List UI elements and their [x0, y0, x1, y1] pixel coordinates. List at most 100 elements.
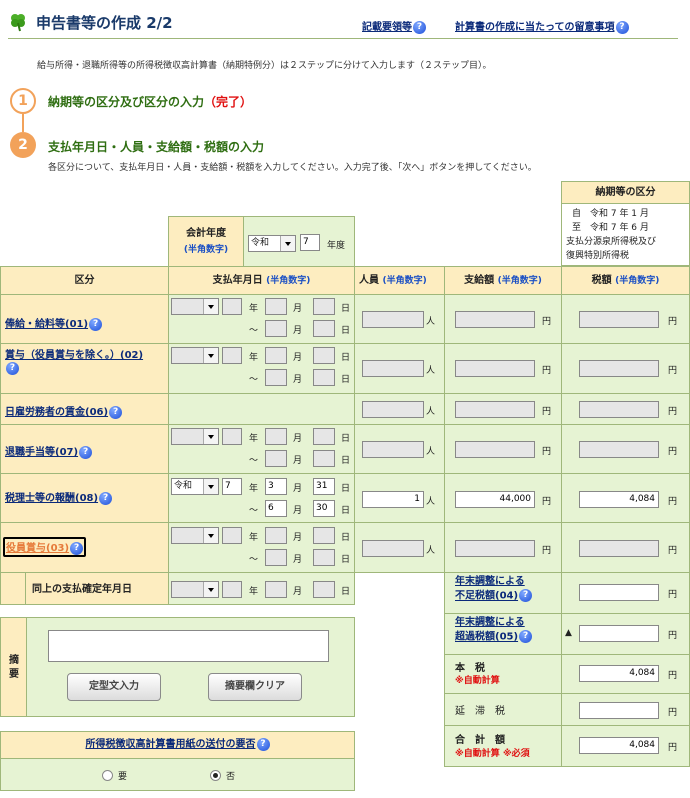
amount-input[interactable]: 44,000 — [455, 491, 535, 508]
row-label-02[interactable]: 賞与（役員賞与を除く。）(02)? — [5, 349, 165, 376]
kakutei-era-select[interactable] — [171, 581, 219, 598]
month-input[interactable] — [265, 369, 287, 386]
help-icon[interactable]: ? — [519, 589, 533, 602]
day-input[interactable]: 31 — [313, 478, 335, 495]
day-input[interactable] — [313, 428, 335, 445]
help-icon[interactable]: ? — [6, 362, 19, 375]
year-input[interactable] — [222, 347, 242, 364]
tax-input[interactable]: 4,084 — [579, 491, 659, 508]
unit-month: 月 — [293, 456, 303, 466]
day-input[interactable]: 30 — [313, 500, 335, 517]
entai-input[interactable] — [579, 702, 659, 719]
unit-yen: 円 — [668, 708, 678, 718]
fiscal-year-input[interactable]: 7 — [300, 234, 320, 251]
help-icon[interactable]: ? — [99, 491, 113, 505]
month-input[interactable]: 6 — [265, 500, 287, 517]
unit-yen: 円 — [668, 366, 678, 376]
unit-person: 人 — [426, 317, 436, 327]
row-label-01[interactable]: 俸給・給料等(01)? — [5, 315, 103, 331]
day-input[interactable] — [313, 320, 335, 337]
unit-yen: 円 — [542, 407, 552, 417]
row-label-07[interactable]: 退職手当等(07)? — [5, 443, 93, 459]
amount-input[interactable] — [455, 540, 535, 557]
ryuijiko-link[interactable]: 計算書の作成に当たっての留意事項? — [455, 18, 629, 34]
month-input[interactable] — [265, 347, 287, 364]
unit-day: 日 — [341, 533, 351, 543]
month-input[interactable] — [265, 298, 287, 315]
kakutei-day-input[interactable] — [313, 581, 335, 598]
honzei-input[interactable]: 4,084 — [579, 665, 659, 682]
kakutei-year-input[interactable] — [222, 581, 242, 598]
month-input[interactable] — [265, 549, 287, 566]
month-input[interactable] — [265, 527, 287, 544]
era-select[interactable] — [171, 428, 219, 445]
row-label-08[interactable]: 税理士等の報酬(08)? — [5, 489, 113, 505]
day-input[interactable] — [313, 450, 335, 467]
month-input[interactable] — [265, 428, 287, 445]
persons-input[interactable] — [362, 360, 424, 377]
month-input[interactable] — [265, 320, 287, 337]
help-icon[interactable]: ? — [79, 445, 93, 459]
date-cell — [168, 393, 355, 425]
tekiyo-clear-button[interactable]: 摘要欄クリア — [208, 673, 302, 701]
help-icon[interactable]: ? — [70, 541, 84, 555]
year-input[interactable]: 7 — [222, 478, 242, 495]
day-input[interactable] — [313, 369, 335, 386]
era-select[interactable] — [171, 347, 219, 364]
unit-tilde: ～ — [249, 375, 259, 385]
unit-day: 日 — [341, 375, 351, 385]
day-input[interactable] — [313, 298, 335, 315]
unit-yen: 円 — [542, 447, 552, 457]
help-icon[interactable]: ? — [413, 20, 426, 34]
year-input[interactable] — [222, 298, 242, 315]
tekiyo-textarea[interactable] — [48, 630, 329, 662]
persons-input[interactable] — [362, 540, 424, 557]
chouka-label[interactable]: 年末調整による 超過税額(05)? — [444, 613, 562, 655]
unit-yen: 円 — [668, 407, 678, 417]
row-label-06[interactable]: 日雇労務者の賃金(06)? — [5, 403, 123, 419]
persons-input[interactable] — [362, 311, 424, 328]
unit-day: 日 — [341, 587, 351, 597]
teikeibun-button[interactable]: 定型文入力 — [67, 673, 161, 701]
sofu-radio-no[interactable] — [210, 770, 221, 781]
era-select[interactable] — [171, 527, 219, 544]
fusoku-label[interactable]: 年末調整による 不足税額(04)? — [444, 572, 562, 614]
tax-input[interactable] — [579, 540, 659, 557]
persons-input[interactable]: 1 — [362, 491, 424, 508]
sofu-radio-yes[interactable] — [102, 770, 113, 781]
month-input[interactable]: 3 — [265, 478, 287, 495]
kisai-yoryo-link[interactable]: 記載要領等? — [362, 18, 426, 34]
tax-input[interactable] — [579, 311, 659, 328]
gokei-input[interactable]: 4,084 — [579, 737, 659, 754]
amount-input[interactable] — [455, 311, 535, 328]
tax-input[interactable] — [579, 441, 659, 458]
day-input[interactable] — [313, 549, 335, 566]
amount-input[interactable] — [455, 401, 535, 418]
amount-input[interactable] — [455, 360, 535, 377]
kakutei-month-input[interactable] — [265, 581, 287, 598]
amount-input[interactable] — [455, 441, 535, 458]
help-icon[interactable]: ? — [519, 630, 533, 643]
help-icon[interactable]: ? — [256, 737, 270, 751]
month-input[interactable] — [265, 450, 287, 467]
tax-input[interactable] — [579, 401, 659, 418]
fusoku-input[interactable] — [579, 584, 659, 601]
unit-year: 年 — [249, 587, 259, 597]
fiscal-era-select[interactable]: 令和 — [248, 235, 296, 252]
year-input[interactable] — [222, 527, 242, 544]
era-select[interactable]: 令和 — [171, 478, 219, 495]
year-input[interactable] — [222, 428, 242, 445]
day-input[interactable] — [313, 527, 335, 544]
persons-input[interactable] — [362, 441, 424, 458]
day-input[interactable] — [313, 347, 335, 364]
tax-input[interactable] — [579, 360, 659, 377]
help-icon[interactable]: ? — [89, 317, 103, 331]
era-select[interactable] — [171, 298, 219, 315]
chouka-input[interactable] — [579, 625, 659, 642]
help-icon[interactable]: ? — [109, 405, 123, 419]
sofu-header[interactable]: 所得税徴収高計算書用紙の送付の要否? — [0, 731, 355, 759]
persons-input[interactable] — [362, 401, 424, 418]
row-label-03[interactable]: 役員賞与(03)? — [3, 537, 87, 557]
help-icon[interactable]: ? — [615, 20, 629, 34]
unit-day: 日 — [341, 353, 351, 363]
